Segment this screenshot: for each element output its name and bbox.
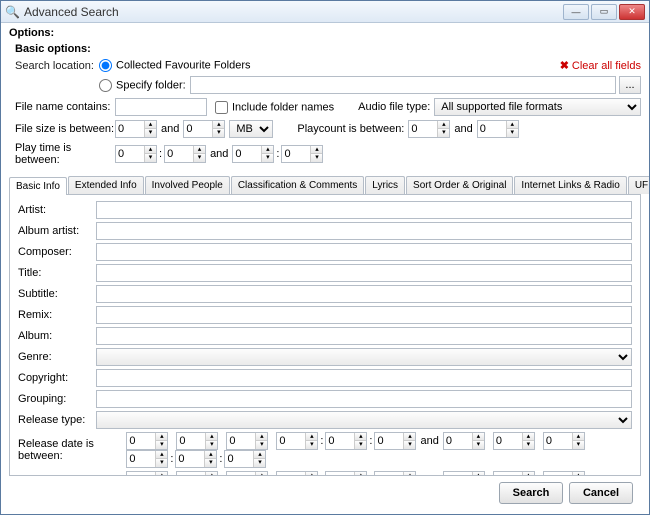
release-to-d0[interactable]: ▴▾ bbox=[443, 432, 485, 450]
composer-input[interactable] bbox=[96, 243, 632, 261]
genre-label: Genre: bbox=[18, 351, 96, 363]
advanced-search-window: 🔍 Advanced Search — ▭ ✕ Options: Basic o… bbox=[0, 0, 650, 515]
include-folders-checkbox[interactable] bbox=[215, 101, 228, 114]
tab-bar: Basic Info Extended Info Involved People… bbox=[9, 176, 641, 195]
release-from-t2[interactable]: ▴▾ bbox=[374, 432, 416, 450]
specify-folder-input[interactable] bbox=[190, 76, 616, 94]
release-from-d0[interactable]: ▴▾ bbox=[126, 432, 168, 450]
artist-label: Artist: bbox=[18, 204, 96, 216]
release-type-select[interactable] bbox=[96, 411, 632, 429]
basic-options-heading: Basic options: bbox=[15, 43, 641, 55]
playtime-to-sec[interactable]: ▴▾ bbox=[281, 145, 323, 163]
filesize-unit-select[interactable]: MB bbox=[229, 120, 273, 138]
options-heading: Options: bbox=[9, 27, 641, 39]
title-label: Title: bbox=[18, 267, 96, 279]
playcount-from-spinner[interactable]: ▴▾ bbox=[408, 120, 450, 138]
tab-extended-info[interactable]: Extended Info bbox=[68, 176, 144, 194]
album-artist-input[interactable] bbox=[96, 222, 632, 240]
release-to-d2[interactable]: ▴▾ bbox=[543, 432, 585, 450]
tab-involved-people[interactable]: Involved People bbox=[145, 176, 230, 194]
clear-all-fields-link[interactable]: ✖Clear all fields bbox=[560, 59, 641, 72]
release-date-row: Release date is between: ▴▾▴▾▴▾▴▾:▴▾:▴▾a… bbox=[18, 432, 632, 468]
release-type-label: Release type: bbox=[18, 414, 96, 426]
maximize-button[interactable]: ▭ bbox=[591, 4, 617, 20]
filename-input[interactable] bbox=[115, 98, 207, 116]
tab-classification[interactable]: Classification & Comments bbox=[231, 176, 364, 194]
radio-specify[interactable] bbox=[99, 79, 112, 92]
copyright-input[interactable] bbox=[96, 369, 632, 387]
tab-lyrics[interactable]: Lyrics bbox=[365, 176, 405, 194]
remix-label: Remix: bbox=[18, 309, 96, 321]
release-to-d1[interactable]: ▴▾ bbox=[493, 432, 535, 450]
playtime-to-min[interactable]: ▴▾ bbox=[232, 145, 274, 163]
artist-input[interactable] bbox=[96, 201, 632, 219]
album-input[interactable] bbox=[96, 327, 632, 345]
release-to-t1[interactable]: ▴▾ bbox=[175, 450, 217, 468]
filesize-to-spinner[interactable]: ▴▾ bbox=[183, 120, 225, 138]
titlebar: 🔍 Advanced Search — ▭ ✕ bbox=[1, 1, 649, 23]
release-from-d1[interactable]: ▴▾ bbox=[176, 432, 218, 450]
radio-collected[interactable] bbox=[99, 59, 112, 72]
composer-label: Composer: bbox=[18, 246, 96, 258]
release-to-t2[interactable]: ▴▾ bbox=[224, 450, 266, 468]
release-from-t1[interactable]: ▴▾ bbox=[325, 432, 367, 450]
filesize-from-spinner[interactable]: ▴▾ bbox=[115, 120, 157, 138]
window-controls: — ▭ ✕ bbox=[563, 4, 645, 20]
filesize-label: File size is between: bbox=[9, 123, 115, 135]
clear-icon: ✖ bbox=[560, 59, 569, 72]
basic-info-panel: Artist: Album artist: Composer: Title: S… bbox=[9, 195, 641, 476]
release-to-t0[interactable]: ▴▾ bbox=[126, 450, 168, 468]
radio-collected-label[interactable]: Collected Favourite Folders bbox=[99, 59, 251, 72]
playtime-from-min[interactable]: ▴▾ bbox=[115, 145, 157, 163]
release-date-label: Release date is between: bbox=[18, 438, 126, 462]
radio-specify-label[interactable]: Specify folder: bbox=[99, 79, 186, 92]
cancel-button[interactable]: Cancel bbox=[569, 482, 633, 504]
album-label: Album: bbox=[18, 330, 96, 342]
audio-type-label: Audio file type: bbox=[358, 101, 430, 113]
close-button[interactable]: ✕ bbox=[619, 4, 645, 20]
search-button[interactable]: Search bbox=[499, 482, 563, 504]
release-from-d2[interactable]: ▴▾ bbox=[226, 432, 268, 450]
playtime-label: Play time is between: bbox=[9, 142, 115, 166]
subtitle-input[interactable] bbox=[96, 285, 632, 303]
remix-input[interactable] bbox=[96, 306, 632, 324]
playcount-to-spinner[interactable]: ▴▾ bbox=[477, 120, 519, 138]
minimize-button[interactable]: — bbox=[563, 4, 589, 20]
grouping-label: Grouping: bbox=[18, 393, 96, 405]
release-from-t0[interactable]: ▴▾ bbox=[276, 432, 318, 450]
include-folders-label[interactable]: Include folder names bbox=[215, 101, 334, 114]
audio-type-select[interactable]: All supported file formats bbox=[434, 98, 641, 116]
filename-label: File name contains: bbox=[9, 101, 115, 113]
tab-basic-info[interactable]: Basic Info bbox=[9, 177, 67, 195]
playtime-from-sec[interactable]: ▴▾ bbox=[164, 145, 206, 163]
grouping-input[interactable] bbox=[96, 390, 632, 408]
tab-sort-order[interactable]: Sort Order & Original bbox=[406, 176, 513, 194]
content-area: Options: Basic options: Search location:… bbox=[1, 23, 649, 514]
subtitle-label: Subtitle: bbox=[18, 288, 96, 300]
title-input[interactable] bbox=[96, 264, 632, 282]
tab-ufid-txxx[interactable]: UFID & TXXX bbox=[628, 176, 649, 194]
tab-internet-links[interactable]: Internet Links & Radio bbox=[514, 176, 626, 194]
playcount-label: Playcount is between: bbox=[297, 123, 404, 135]
genre-select[interactable] bbox=[96, 348, 632, 366]
copyright-label: Copyright: bbox=[18, 372, 96, 384]
album-artist-label: Album artist: bbox=[18, 225, 96, 237]
search-location-label: Search location: bbox=[9, 60, 99, 72]
footer: Search Cancel bbox=[9, 476, 641, 510]
window-title: Advanced Search bbox=[24, 5, 119, 19]
browse-folder-button[interactable]: ... bbox=[619, 76, 641, 94]
search-icon: 🔍 bbox=[5, 5, 20, 19]
